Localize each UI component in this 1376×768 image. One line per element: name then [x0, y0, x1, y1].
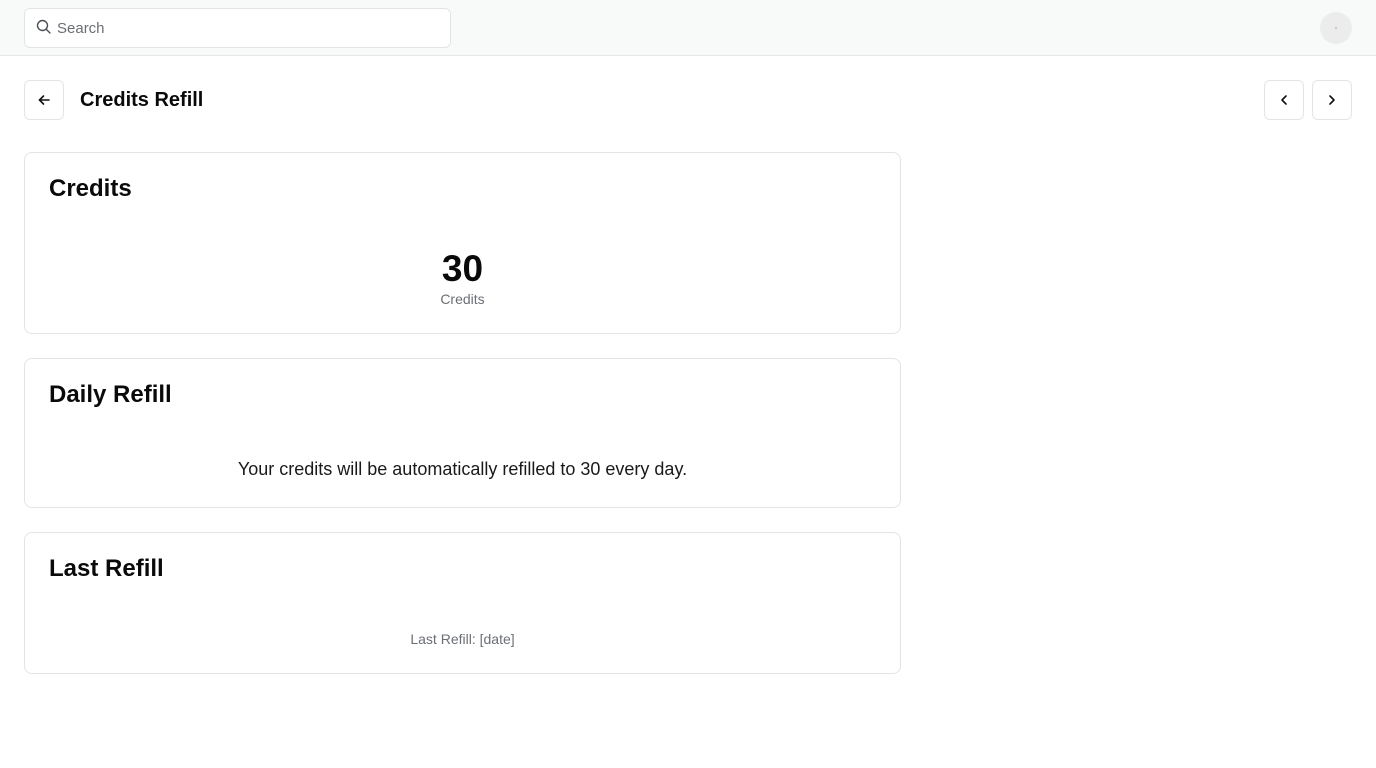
top-bar [0, 0, 1376, 56]
credits-unit-label: Credits [440, 291, 485, 307]
daily-refill-card-title: Daily Refill [49, 381, 172, 408]
search-icon [36, 19, 51, 34]
credits-card-title: Credits [49, 175, 132, 202]
last-refill-date: Last Refill: [date] [410, 631, 515, 647]
credits-card: Credits 30 Credits [24, 152, 901, 334]
back-button[interactable] [24, 80, 64, 120]
avatar-placeholder-icon [1335, 27, 1337, 29]
previous-button[interactable] [1264, 80, 1304, 120]
page-title: Credits Refill [80, 89, 204, 111]
chevron-right-icon [1329, 95, 1335, 105]
search-input[interactable] [57, 9, 437, 47]
daily-refill-card: Daily Refill Your credits will be automa… [24, 358, 901, 508]
credits-value: 30 [441, 248, 484, 289]
search-box[interactable] [24, 8, 451, 48]
daily-refill-description: Your credits will be automatically refil… [237, 459, 688, 479]
last-refill-card-title: Last Refill [49, 555, 164, 582]
user-avatar[interactable] [1320, 12, 1352, 44]
next-button[interactable] [1312, 80, 1352, 120]
arrow-left-icon [38, 95, 50, 105]
chevron-left-icon [1281, 95, 1287, 105]
last-refill-card: Last Refill Last Refill: [date] [24, 532, 901, 674]
